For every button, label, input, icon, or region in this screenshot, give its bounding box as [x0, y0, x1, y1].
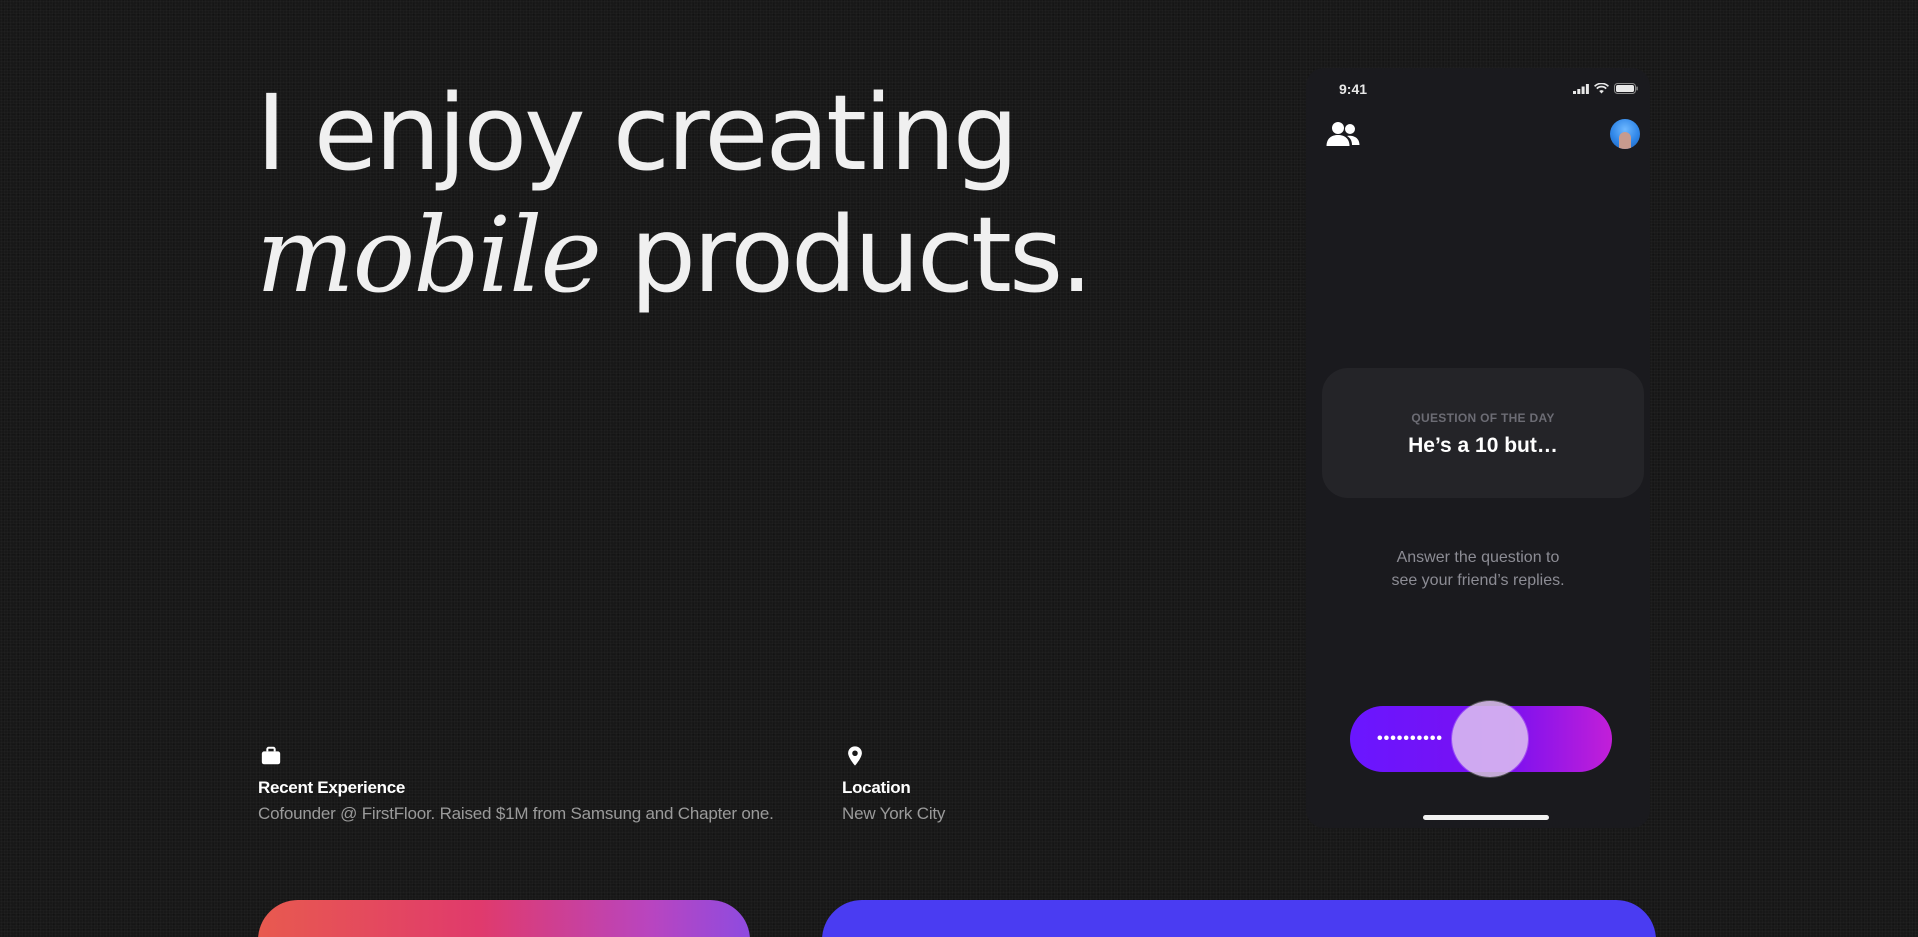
- hero-italic-word: mobile: [256, 194, 602, 316]
- friends-icon[interactable]: [1326, 120, 1360, 148]
- experience-value: Cofounder @ FirstFloor. Raised $1M from …: [258, 804, 774, 823]
- recent-experience: Recent Experience Cofounder @ FirstFloor…: [258, 745, 774, 824]
- hero-line-1: I enjoy creating: [256, 72, 1019, 194]
- avatar[interactable]: [1610, 119, 1640, 149]
- hero-line-2: mobile products.: [256, 194, 1093, 316]
- hint-line-2: see your friend’s replies.: [1391, 572, 1565, 589]
- question-card: QUESTION OF THE DAY He’s a 10 but…: [1322, 368, 1644, 498]
- signal-icon: [1573, 83, 1589, 94]
- status-icons: [1573, 83, 1638, 94]
- project-card-gradient[interactable]: [258, 900, 750, 937]
- map-pin-icon: [848, 746, 862, 766]
- location-value: New York City: [842, 804, 946, 823]
- hint-line-1: Answer the question to: [1396, 549, 1560, 566]
- answer-hint: Answer the question to see your friend’s…: [1306, 546, 1650, 592]
- question-label: QUESTION OF THE DAY: [1411, 411, 1555, 425]
- briefcase-icon: [261, 746, 281, 765]
- question-text: He’s a 10 but…: [1408, 434, 1558, 457]
- slider-track-dots: ••••••••••: [1377, 730, 1444, 747]
- location: Location New York City: [842, 745, 945, 824]
- location-label: Location: [842, 778, 911, 797]
- experience-label: Recent Experience: [258, 778, 406, 797]
- answer-slider[interactable]: ••••••••••: [1350, 701, 1612, 777]
- battery-icon: [1614, 83, 1638, 94]
- hero-line-2-rest: products.: [629, 194, 1093, 316]
- status-time: 9:41: [1339, 81, 1368, 97]
- slider-knob[interactable]: [1452, 701, 1528, 777]
- home-indicator: [1423, 815, 1549, 820]
- wifi-icon: [1594, 83, 1609, 94]
- hero-headline: I enjoy creating mobile products.: [256, 72, 1093, 316]
- project-card-blue[interactable]: [822, 900, 1656, 937]
- phone-mockup: 9:41 QUESTION OF THE DAY He’s a 10 but… …: [1306, 68, 1650, 828]
